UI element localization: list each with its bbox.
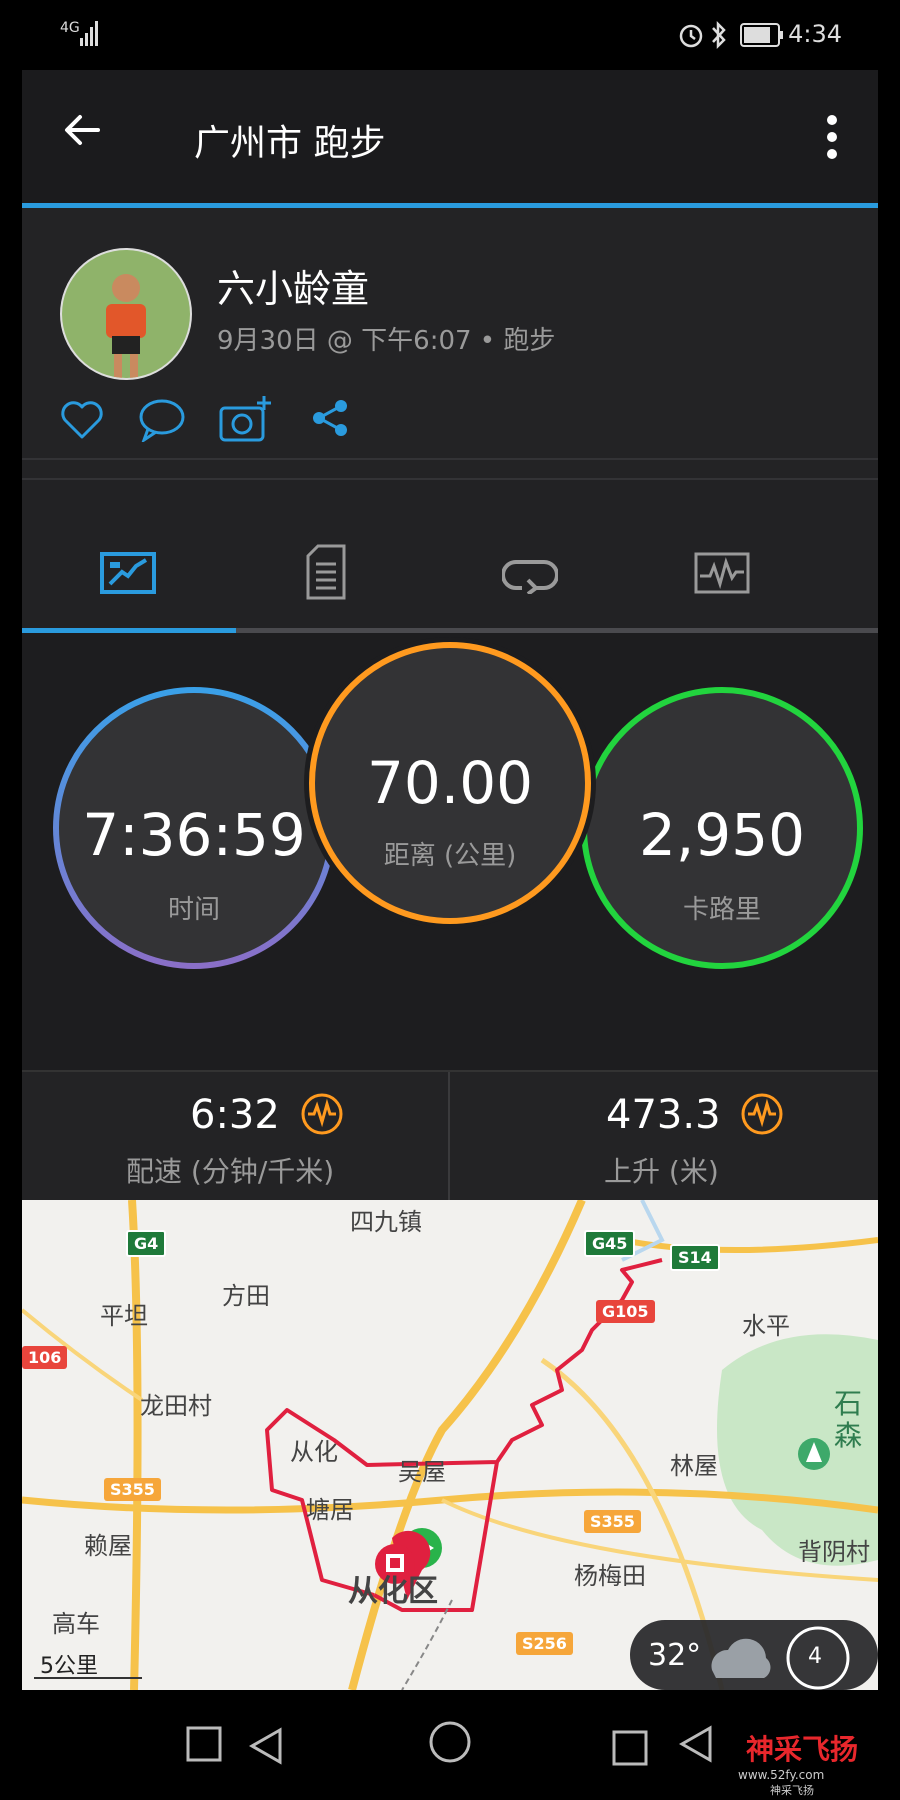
ascent-value: 473.3 [606,1092,721,1138]
page-title: 广州市 跑步 [194,123,386,164]
more-options-icon[interactable] [826,115,838,159]
watermark-url: www.52fy.com [738,1768,825,1782]
map-place: 平坦 [100,1302,148,1330]
distance-label: 距离 (公里) [383,841,517,871]
divider [22,458,878,460]
bluetooth-icon [712,20,726,50]
road-shield: S14 [670,1244,720,1271]
weather-temperature: 32° [648,1638,702,1673]
summary-circles: 7:36:59 时间 70.00 距离 (公里) 2,950 卡路里 [22,633,878,1073]
map-canvas [22,1200,878,1690]
time-label: 时间 [167,895,220,925]
map-place: 方田 [222,1282,270,1310]
nav-home-icon[interactable] [428,1720,472,1764]
activity-tabs [22,510,878,638]
road-shield: G4 [126,1230,167,1257]
pace-label: 配速 (分钟/千米) [126,1155,335,1188]
map-place: 四九镇 [350,1208,422,1236]
alarm-icon [679,24,703,48]
road-shield: G105 [596,1300,655,1323]
tab-details-icon[interactable] [306,544,346,600]
nav-square-icon[interactable] [186,1726,222,1762]
ascent-label: 上升 (米) [604,1155,719,1188]
share-icon[interactable] [310,398,350,438]
map-place: 林屋 [670,1452,718,1480]
map-district: 从化区 [348,1574,438,1609]
route-map[interactable]: 四九镇 平坦 方田 水平 龙田村 从化 吴屋 林屋 塘居 赖屋 杨梅田 从化区 … [22,1200,878,1690]
battery-icon [740,23,783,47]
divider [22,478,878,480]
add-photo-icon[interactable] [218,394,274,444]
ascent-insight-icon[interactable] [740,1092,784,1136]
activity-screen: 广州市 跑步 六小龄童 9月30日 @ 下午6:07 • 跑步 7:36:59 … [22,70,878,1690]
like-heart-icon[interactable] [60,400,104,440]
tab-laps-icon[interactable] [502,554,558,594]
social-actions [22,360,878,460]
map-scale: 5公里 [40,1654,98,1679]
app-toolbar: 广州市 跑步 [22,70,878,205]
time-value: 7:36:59 [82,801,306,869]
signal-icon [80,21,98,46]
tab-charts-icon[interactable] [694,550,750,596]
system-nav-bar: 神采飞扬 www.52fy.com 神采飞扬 [0,1690,900,1800]
road-shield: S256 [516,1632,573,1655]
activity-meta: 9月30日 @ 下午6:07 • 跑步 [217,326,556,356]
nav-back-icon[interactable] [246,1726,286,1766]
road-shield: S355 [584,1510,641,1533]
clock: 4:34 [788,20,842,48]
map-place: 龙田村 [140,1392,212,1420]
map-place: 塘居 [306,1496,354,1524]
nav-back-icon-2[interactable] [676,1724,716,1764]
watermark-sub: 神采飞扬 [770,1784,814,1797]
athlete-name[interactable]: 六小龄童 [217,258,369,313]
park-label: 石森 [834,1387,863,1452]
road-shield: 106 [22,1346,68,1369]
network-type: 4G [60,20,80,36]
map-place: 水平 [742,1312,790,1340]
back-arrow-icon[interactable] [62,110,102,150]
map-place: 吴屋 [398,1458,446,1486]
pace-value: 6:32 [190,1092,280,1138]
nav-recents-icon[interactable] [612,1730,648,1766]
metrics-row: 6:32 配速 (分钟/千米) 473.3 上升 (米) [22,1070,878,1202]
road-shield: G45 [584,1230,636,1257]
map-place: 杨梅田 [574,1562,646,1590]
map-place: 从化 [290,1438,338,1466]
watermark-logo: 神采飞扬 [746,1733,859,1766]
calories-value: 2,950 [638,801,806,869]
pace-insight-icon[interactable] [300,1092,344,1136]
tab-overview-icon[interactable] [100,550,156,596]
map-place: 赖屋 [84,1532,132,1560]
compass-value[interactable]: 4 [808,1644,822,1669]
map-place: 高车 [52,1610,100,1638]
road-shield: S355 [104,1478,161,1501]
map-place: 背阴村 [798,1538,870,1566]
calories-label: 卡路里 [682,895,761,925]
distance-value: 70.00 [366,749,534,817]
status-bar: 4G 4:34 [0,0,900,70]
divider [448,1072,450,1202]
comment-icon[interactable] [138,398,186,442]
